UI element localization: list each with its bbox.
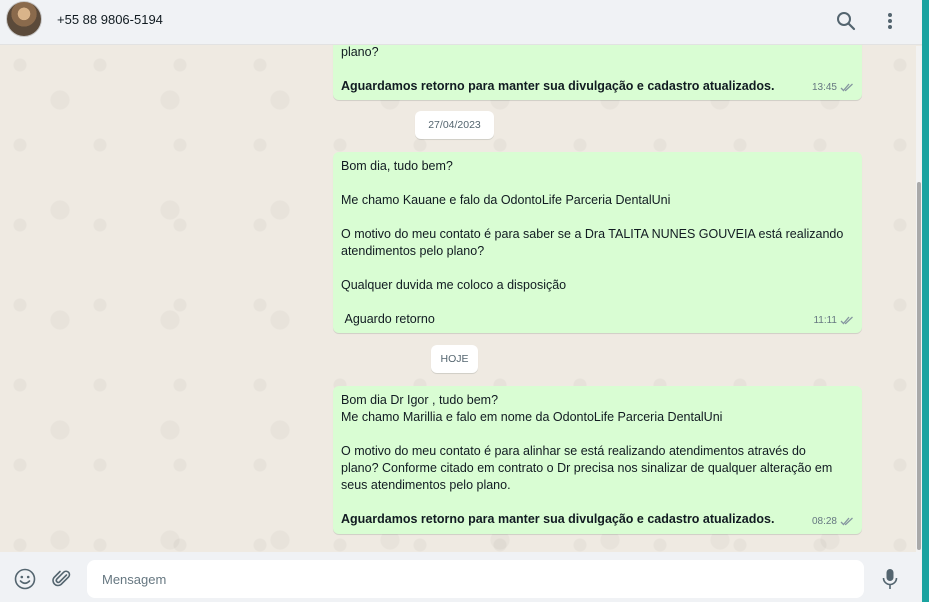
message-line: Qualquer duvida me coloco a disposição bbox=[341, 278, 567, 292]
message-line bbox=[341, 209, 854, 226]
contact-name[interactable]: +55 88 9806-5194 bbox=[57, 12, 163, 27]
window-edge bbox=[922, 0, 929, 602]
menu-icon[interactable] bbox=[878, 9, 902, 33]
message-meta: 11:11 bbox=[813, 312, 854, 329]
message-time: 08:28 bbox=[811, 516, 837, 527]
message-meta: 13:45 bbox=[812, 79, 854, 96]
emoji-icon[interactable] bbox=[13, 567, 37, 591]
double-check-icon bbox=[840, 316, 853, 325]
message-bubble[interactable]: Bom dia, tudo bem? Me chamo Kauane e fal… bbox=[333, 152, 862, 333]
double-check-icon bbox=[840, 517, 853, 526]
chat-area[interactable]: plano? Aguardamos retorno para manter su… bbox=[0, 45, 916, 552]
contact-avatar[interactable] bbox=[6, 1, 42, 37]
date-separator: 27/04/2023 bbox=[415, 111, 494, 139]
message-line: plano? Conforme citado em contrato o Dr … bbox=[341, 461, 833, 475]
message-line: Me chamo Marillia e falo em nome da Odon… bbox=[341, 410, 723, 424]
scrollbar-thumb[interactable] bbox=[917, 182, 921, 550]
double-check-icon bbox=[840, 83, 853, 92]
attach-icon[interactable] bbox=[50, 567, 74, 591]
message-line bbox=[341, 260, 854, 277]
message-line: Aguardo retorno bbox=[341, 312, 435, 326]
message-line bbox=[341, 494, 854, 511]
message-line: Me chamo Kauane e falo da OdontoLife Par… bbox=[341, 193, 671, 207]
message-bubble[interactable]: Bom dia Dr Igor , tudo bem? Me chamo Mar… bbox=[333, 386, 862, 534]
message-time: 11:11 bbox=[813, 315, 837, 326]
message-line bbox=[341, 294, 854, 311]
date-separator: HOJE bbox=[431, 345, 478, 373]
message-input[interactable] bbox=[87, 560, 864, 598]
message-line bbox=[341, 426, 854, 443]
message-line: Bom dia Dr Igor , tudo bem? bbox=[341, 393, 499, 407]
message-line: Aguardamos retorno para manter sua divul… bbox=[341, 512, 775, 526]
message-line: plano? bbox=[341, 45, 379, 59]
message-line bbox=[341, 61, 854, 78]
message-line: Bom dia, tudo bem? bbox=[341, 159, 453, 173]
compose-bar bbox=[0, 552, 922, 602]
message-line bbox=[341, 175, 854, 192]
message-line: Aguardamos retorno para manter sua divul… bbox=[341, 79, 775, 93]
search-icon[interactable] bbox=[834, 9, 858, 33]
message-line: atendimentos pelo plano? bbox=[341, 244, 485, 258]
mic-icon[interactable] bbox=[878, 567, 902, 591]
chat-header: +55 88 9806-5194 bbox=[0, 0, 922, 45]
message-line: O motivo do meu contato é para alinhar s… bbox=[341, 444, 806, 458]
message-bubble[interactable]: plano? Aguardamos retorno para manter su… bbox=[333, 45, 862, 100]
message-meta: 08:28 bbox=[812, 513, 854, 530]
message-time: 13:45 bbox=[811, 82, 837, 93]
message-line: seus atendimentos pelo plano. bbox=[341, 478, 511, 492]
message-line: O motivo do meu contato é para saber se … bbox=[341, 227, 844, 241]
